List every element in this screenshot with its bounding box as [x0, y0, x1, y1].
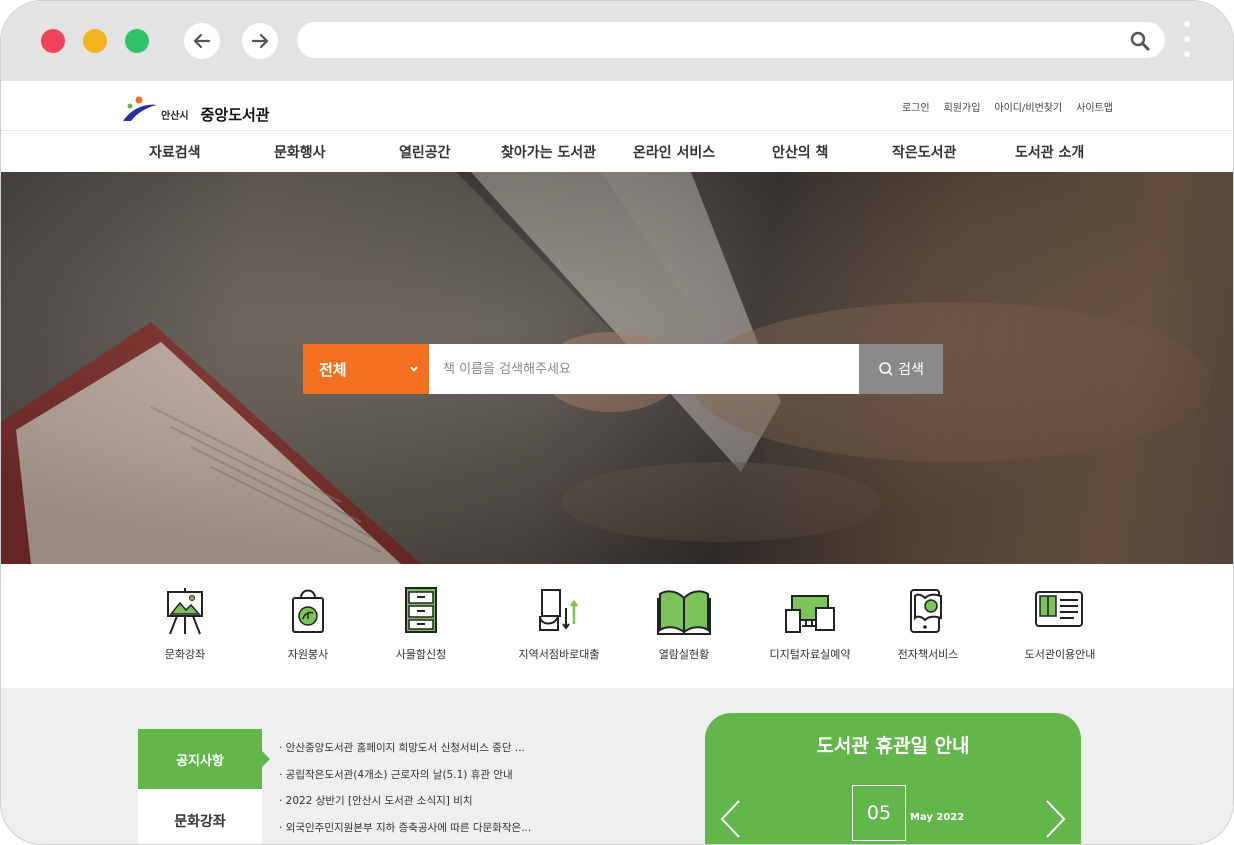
notice-item[interactable]: · 외국인주민지원본부 지하 증축공사에 따른 다문화작은... — [279, 820, 689, 845]
city-emblem-icon — [123, 96, 157, 121]
close-window-button[interactable] — [41, 29, 65, 53]
quick-item-label: 문화강좌 — [164, 648, 206, 661]
logo-library-name: 중앙도서관 — [200, 106, 270, 124]
nav-item-small-library[interactable]: 작은도서관 — [892, 142, 956, 162]
quick-item-label: 사물함신청 — [395, 648, 447, 661]
maximize-window-button[interactable] — [125, 29, 149, 53]
quick-item-label: 자원봉사 — [287, 648, 329, 661]
notice-item[interactable]: · 공립작은도서관(4개소) 근로자의 날(5.1) 휴관 안내 — [279, 767, 689, 794]
quick-item-library-guide[interactable]: 도서관이용안내 — [1005, 586, 1115, 662]
notice-item[interactable]: · 2022 상반기 [안산시 도서관 소식지] 비치 — [279, 793, 689, 820]
quick-item-label: 전자책서비스 — [897, 648, 959, 661]
nav-item-online-service[interactable]: 온라인 서비스 — [633, 142, 715, 162]
chevron-right-icon[interactable] — [1045, 799, 1067, 839]
tab-notices[interactable]: 공지사항 — [138, 729, 270, 789]
notice-list: · 안산중앙도서관 홈페이지 희망도서 신청서비스 중단 ... · 공립작은도… — [279, 740, 689, 845]
kebab-menu-icon[interactable] — [1181, 21, 1193, 61]
forward-button[interactable] — [242, 23, 278, 59]
search-bar: 전체 검색 — [303, 344, 943, 394]
quick-item-digital-room-reservation[interactable]: 디지털자료실예약 — [755, 586, 865, 662]
easel-icon — [167, 588, 203, 635]
nav-item-open-space[interactable]: 열린공간 — [399, 142, 451, 162]
search-icon — [879, 362, 893, 376]
quick-item-locker[interactable]: 사물함신청 — [366, 586, 476, 662]
search-icon[interactable] — [1129, 30, 1151, 52]
holiday-calendar: 도서관 휴관일 안내 05 May 2022 — [705, 713, 1081, 844]
nav-item-resource-search[interactable]: 자료검색 — [149, 142, 201, 162]
main-navigation: 자료검색 문화행사 열린공간 찾아가는 도서관 온라인 서비스 안산의 책 작은… — [1, 132, 1233, 172]
ebook-tablet-icon — [910, 589, 942, 633]
locker-icon — [405, 587, 437, 633]
find-account-link[interactable]: 아이디/비번찾기 — [994, 99, 1062, 114]
signup-link[interactable]: 회원가입 — [944, 99, 981, 114]
open-book-icon — [657, 590, 711, 635]
chevron-left-icon[interactable] — [719, 799, 741, 839]
hero-banner: 전체 검색 — [1, 172, 1233, 564]
logo-city-text: 안산시 — [161, 111, 189, 122]
chevron-down-icon — [410, 366, 418, 372]
quick-item-label: 지역서점바로대출 — [518, 648, 600, 661]
tab-culture-lecture[interactable]: 문화강좌 — [138, 789, 262, 844]
arrow-left-icon — [193, 33, 211, 49]
arrow-right-icon — [251, 33, 269, 49]
site-header: 안산시 중앙도서관 로그인 회원가입 아이디/비번찾기 사이트맵 — [1, 81, 1233, 131]
search-category-select[interactable]: 전체 — [303, 344, 429, 394]
nav-item-library-intro[interactable]: 도서관 소개 — [1015, 142, 1084, 162]
browser-window: 안산시 중앙도서관 로그인 회원가입 아이디/비번찾기 사이트맵 자료검색 문화… — [0, 0, 1234, 845]
search-input[interactable] — [429, 344, 859, 394]
minimize-window-button[interactable] — [83, 29, 107, 53]
nav-item-ansan-book[interactable]: 안산의 책 — [772, 142, 828, 162]
address-bar[interactable] — [297, 22, 1165, 58]
search-button[interactable]: 검색 — [859, 344, 943, 394]
quick-item-volunteer[interactable]: 자원봉사 — [253, 586, 363, 662]
utility-links: 로그인 회원가입 아이디/비번찾기 사이트맵 — [902, 99, 1113, 114]
notice-item[interactable]: · 안산중앙도서관 홈페이지 희망도서 신청서비스 중단 ... — [279, 740, 689, 767]
nav-item-cultural-events[interactable]: 문화행사 — [274, 142, 326, 162]
login-link[interactable]: 로그인 — [902, 99, 930, 114]
eco-bag-icon — [292, 589, 324, 633]
quick-item-label: 열람실현황 — [658, 648, 710, 661]
site-logo[interactable]: 안산시 중앙도서관 — [121, 89, 270, 125]
quick-item-label: 도서관이용안내 — [1024, 648, 1096, 661]
board-section: 공지사항 문화강좌 · 안산중앙도서관 홈페이지 희망도서 신청서비스 중단 .… — [1, 688, 1233, 845]
quick-item-reading-room[interactable]: 열람실현황 — [629, 586, 739, 662]
quick-item-label: 디지털자료실예약 — [769, 648, 851, 661]
devices-icon — [785, 595, 835, 633]
quick-item-ebook-service[interactable]: 전자책서비스 — [873, 586, 983, 662]
book-exchange-icon — [539, 589, 578, 631]
holiday-month: May 2022 — [910, 812, 965, 823]
library-guide-icon — [1035, 591, 1083, 627]
sitemap-link[interactable]: 사이트맵 — [1076, 99, 1113, 114]
quick-menu: 문화강좌 자원봉사 사물함신청 지역서점바로대출 열람실현황 디지털자료실예약 … — [1, 564, 1233, 688]
back-button[interactable] — [184, 23, 220, 59]
holiday-day: 05 — [852, 785, 906, 841]
nav-item-mobile-library[interactable]: 찾아가는 도서관 — [501, 142, 596, 162]
search-button-label: 검색 — [898, 362, 924, 378]
search-category-value: 전체 — [319, 360, 347, 379]
quick-item-culture-lecture[interactable]: 문화강좌 — [130, 586, 240, 662]
holiday-title: 도서관 휴관일 안내 — [816, 735, 970, 757]
browser-toolbar — [1, 1, 1233, 81]
quick-item-local-bookstore-loan[interactable]: 지역서점바로대출 — [504, 586, 614, 662]
